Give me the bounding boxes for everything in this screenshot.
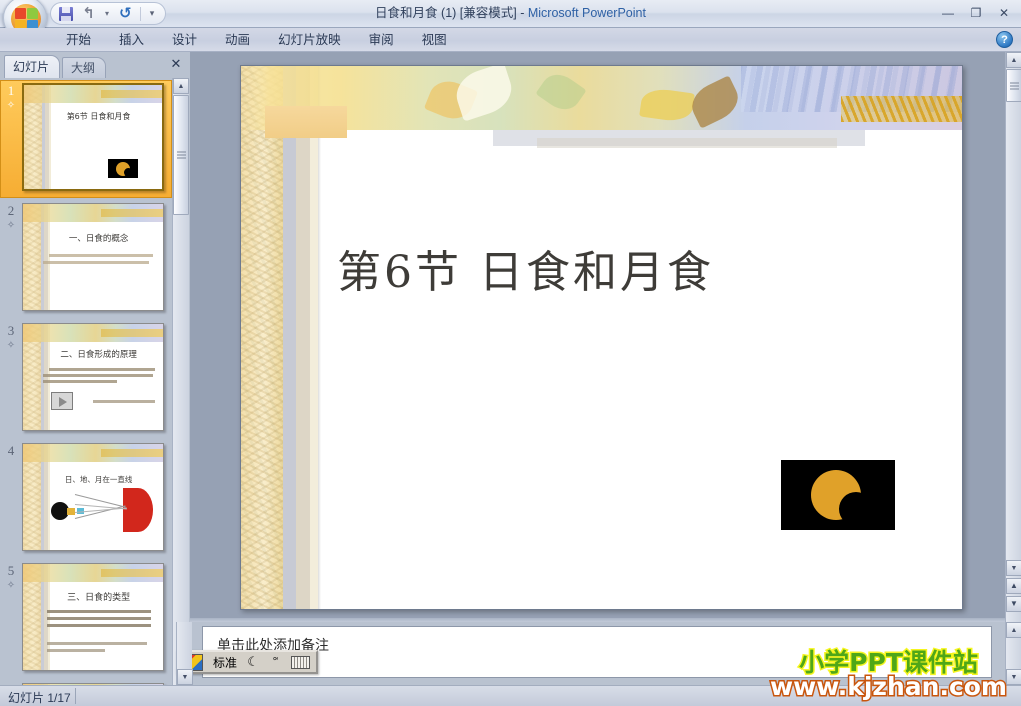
- animation-star-icon: ✧: [6, 580, 16, 591]
- notes-left-scroll-down-button[interactable]: ▼: [177, 669, 193, 685]
- notes-scroll-up-button[interactable]: ▲: [1006, 622, 1021, 638]
- tab-slideshow[interactable]: 幻灯片放映: [264, 29, 355, 51]
- qat-divider: [140, 6, 141, 21]
- slides-outline-pane: 幻灯片 大纲 ✕ 1 ✧ 第6节 日食和月食 2 ✧ 一、日食的概念 3 ✧ 二…: [0, 52, 190, 685]
- window-controls: — ❐ ✕: [935, 3, 1017, 22]
- minimize-button[interactable]: —: [935, 3, 961, 22]
- slide-vertical-scrollbar[interactable]: ▲ ▼ ▲ ▼: [1005, 52, 1021, 622]
- slide-band-cream: [310, 66, 318, 609]
- ime-shape-icon[interactable]: ☾: [243, 653, 264, 671]
- slide-band-beige: [296, 66, 310, 609]
- tab-animation[interactable]: 动画: [211, 29, 264, 51]
- thumbnail-number: 4: [7, 443, 15, 458]
- pane-tab-bar: 幻灯片 大纲 ✕: [0, 52, 190, 78]
- window-title-doc: 日食和月食: [375, 6, 438, 20]
- slide-scroll-down-button[interactable]: ▼: [1006, 560, 1021, 576]
- slide-position-indicator: 幻灯片 1/17: [8, 691, 71, 705]
- thumbnail-preview[interactable]: 三、日食的类型: [22, 563, 164, 671]
- thumbnail-number: 1 ✧: [0, 80, 22, 198]
- thumbnail-title: 日、地、月在一直线: [64, 475, 133, 484]
- undo-dropdown-icon[interactable]: ▾: [103, 5, 111, 22]
- restore-button[interactable]: ❐: [963, 3, 989, 22]
- ribbon-tabs: 开始 插入 设计 动画 幻灯片放映 审阅 视图: [52, 28, 461, 52]
- thumbnail-preview[interactable]: 日、地、月在一直线: [22, 443, 164, 551]
- redo-icon[interactable]: ↻: [117, 5, 134, 22]
- current-slide-canvas[interactable]: 第6节 日食和月食: [240, 65, 963, 610]
- thumbnail-title: 三、日食的类型: [67, 593, 131, 603]
- slide-scroll-thumb[interactable]: [1006, 69, 1021, 102]
- close-pane-icon[interactable]: ✕: [168, 56, 184, 72]
- moon-shadow: [839, 492, 873, 526]
- thumbnail-item-5[interactable]: 5 ✧ 三、日食的类型: [0, 560, 172, 678]
- status-bar: 幻灯片 1/17: [0, 685, 1021, 706]
- tab-design[interactable]: 设计: [158, 29, 211, 51]
- thumbnail-scroll-up-button[interactable]: ▲: [173, 78, 189, 94]
- tab-insert[interactable]: 插入: [105, 29, 158, 51]
- ime-keyboard-icon[interactable]: [287, 653, 315, 671]
- title-bar: 日食和月食 (1) [兼容模式] - Microsoft PowerPoint …: [0, 0, 1021, 40]
- customize-qat-icon[interactable]: ▾: [147, 5, 157, 22]
- slide-banner-accent-bar-2: [537, 138, 837, 148]
- animation-star-icon: ✧: [6, 220, 16, 231]
- thumbnail-number: 5 ✧: [0, 560, 22, 678]
- window-title-mode: (1) [兼容模式] -: [437, 6, 528, 20]
- thumbnail-item-1[interactable]: 1 ✧ 第6节 日食和月食: [0, 80, 172, 198]
- animation-star-icon: ✧: [6, 100, 16, 111]
- previous-slide-button[interactable]: ▲: [1006, 578, 1021, 594]
- status-divider: [75, 688, 76, 704]
- slide-thumbnail-list[interactable]: 1 ✧ 第6节 日食和月食 2 ✧ 一、日食的概念 3 ✧ 二、日食形成的原理 …: [0, 78, 172, 685]
- slide-scroll-up-button[interactable]: ▲: [1006, 52, 1021, 68]
- slide-title-text[interactable]: 第6节 日食和月食: [337, 236, 937, 300]
- slide-banner-wheat-image: [841, 96, 962, 122]
- ribbon-tab-bar: 开始 插入 设计 动画 幻灯片放映 审阅 视图 ?: [0, 28, 1021, 52]
- thumbnail-scroll-thumb[interactable]: [173, 95, 189, 215]
- thumbnail-item-2[interactable]: 2 ✧ 一、日食的概念: [0, 200, 172, 318]
- save-icon[interactable]: [57, 5, 74, 22]
- slide-editing-area: 第6节 日食和月食: [190, 52, 1005, 622]
- thumbnail-title: 二、日食形成的原理: [60, 350, 137, 360]
- slide-left-texture-strip: [241, 66, 283, 609]
- undo-icon[interactable]: ↰: [80, 5, 97, 22]
- thumbnail-item-3[interactable]: 3 ✧ 二、日食形成的原理: [0, 320, 172, 438]
- ime-language-bar[interactable]: 标准 ☾ °ʻ: [176, 650, 319, 674]
- thumbnail-item-6[interactable]: 6: [0, 680, 172, 685]
- animation-star-icon: ✧: [6, 340, 16, 351]
- thumbnail-preview[interactable]: 一、日食的概念: [22, 203, 164, 311]
- thumbnail-play-button-icon: [51, 392, 73, 410]
- slide-eclipse-image[interactable]: [781, 460, 895, 530]
- close-button[interactable]: ✕: [991, 3, 1017, 22]
- tab-slides-thumbnails[interactable]: 幻灯片: [4, 55, 61, 78]
- quick-access-toolbar: ↰ ▾ ↻ ▾: [50, 2, 166, 25]
- notes-vertical-scrollbar[interactable]: ▲ ▼: [1005, 622, 1021, 685]
- tab-home[interactable]: 开始: [52, 29, 105, 51]
- notes-textbox[interactable]: 单击此处添加备注: [202, 626, 992, 678]
- thumbnail-number: 3 ✧: [0, 320, 22, 438]
- ime-punctuation-icon[interactable]: °ʻ: [265, 653, 286, 671]
- thumbnail-title: 第6节 日食和月食: [66, 112, 131, 121]
- thumbnail-eclipse-image: [108, 159, 138, 178]
- thumbnail-scrollbar[interactable]: ▲: [172, 78, 189, 685]
- scroll-grip-icon: [177, 151, 186, 159]
- window-title-app: Microsoft PowerPoint: [527, 6, 646, 20]
- tab-view[interactable]: 视图: [408, 29, 461, 51]
- scroll-grip-icon: [1010, 82, 1019, 89]
- slide-tan-accent-block: [265, 106, 347, 138]
- thumbnail-preview[interactable]: 第6节 日食和月食: [22, 83, 164, 191]
- ime-mode-button[interactable]: 标准: [209, 653, 242, 671]
- thumbnail-title: 一、日食的概念: [68, 234, 129, 244]
- slide-background: 第6节 日食和月食: [241, 66, 962, 609]
- thumbnail-item-4[interactable]: 4 日、地、月在一直线: [0, 440, 172, 558]
- help-icon[interactable]: ?: [996, 31, 1013, 48]
- tab-outline[interactable]: 大纲: [62, 57, 107, 78]
- thumbnail-number: 2 ✧: [0, 200, 22, 318]
- notes-scroll-down-button[interactable]: ▼: [1006, 669, 1021, 685]
- notes-left-scrollbar[interactable]: ▼: [176, 622, 193, 685]
- slide-band-gray: [283, 66, 296, 609]
- next-slide-button[interactable]: ▼: [1006, 596, 1021, 612]
- thumbnail-preview[interactable]: 二、日食形成的原理: [22, 323, 164, 431]
- tab-review[interactable]: 审阅: [355, 29, 408, 51]
- thumbnail-preview[interactable]: [22, 683, 164, 685]
- slide-strip-shadow: [318, 66, 321, 609]
